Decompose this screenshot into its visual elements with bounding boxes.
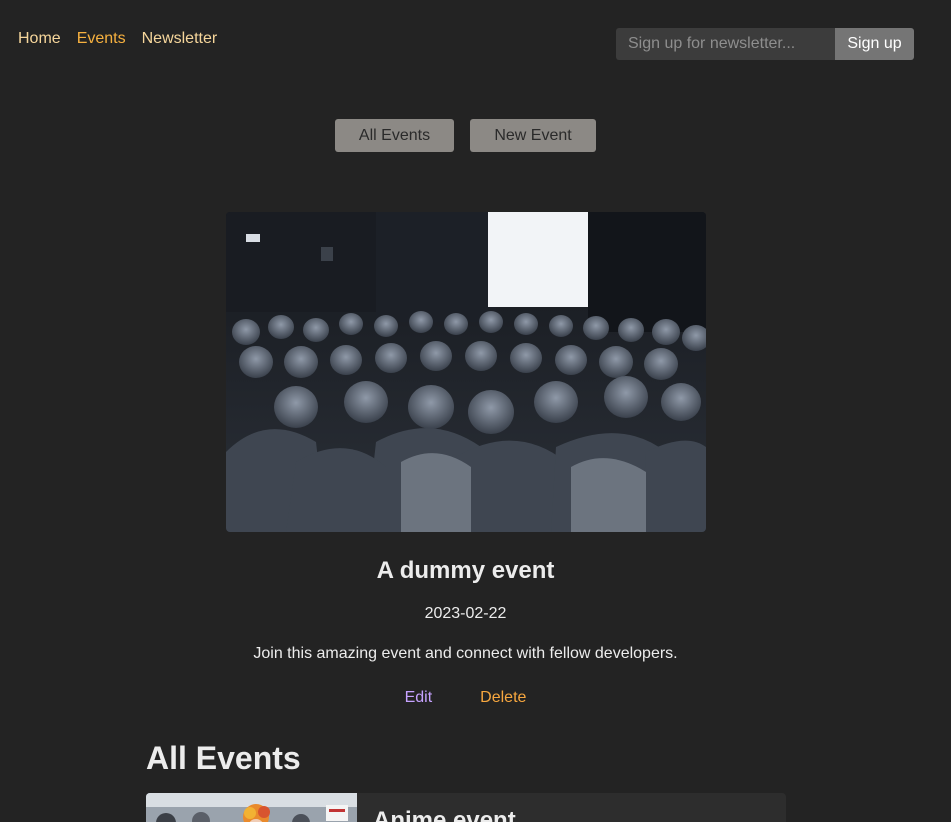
main-nav: Home Events Newsletter: [18, 30, 217, 48]
events-navigation: All Events New Event: [335, 119, 596, 152]
delete-event-button[interactable]: Delete: [480, 689, 526, 707]
event-description: Join this amazing event and connect with…: [253, 645, 678, 662]
newsletter-email-input[interactable]: [616, 28, 835, 60]
event-list-item[interactable]: Anime event: [146, 793, 786, 822]
audience-photo-illustration: [226, 212, 706, 532]
edit-event-link[interactable]: Edit: [405, 689, 433, 707]
new-event-button[interactable]: New Event: [470, 119, 596, 152]
all-events-heading: All Events: [146, 740, 301, 776]
nav-link-newsletter[interactable]: Newsletter: [142, 30, 218, 48]
event-list-item-title: Anime event: [373, 807, 516, 822]
main-header: Home Events Newsletter Sign up: [0, 0, 951, 80]
nav-link-events[interactable]: Events: [77, 30, 126, 48]
event-thumbnail: [146, 793, 357, 822]
event-image: [226, 212, 706, 532]
newsletter-signup-button[interactable]: Sign up: [835, 28, 914, 60]
newsletter-form: Sign up: [616, 28, 914, 60]
event-title: A dummy event: [376, 557, 555, 584]
event-date: 2023-02-22: [424, 605, 507, 622]
all-events-button[interactable]: All Events: [335, 119, 454, 152]
nav-link-home[interactable]: Home: [18, 30, 61, 48]
cosplay-crowd-illustration: [146, 793, 357, 822]
event-actions: Edit Delete: [0, 689, 931, 707]
